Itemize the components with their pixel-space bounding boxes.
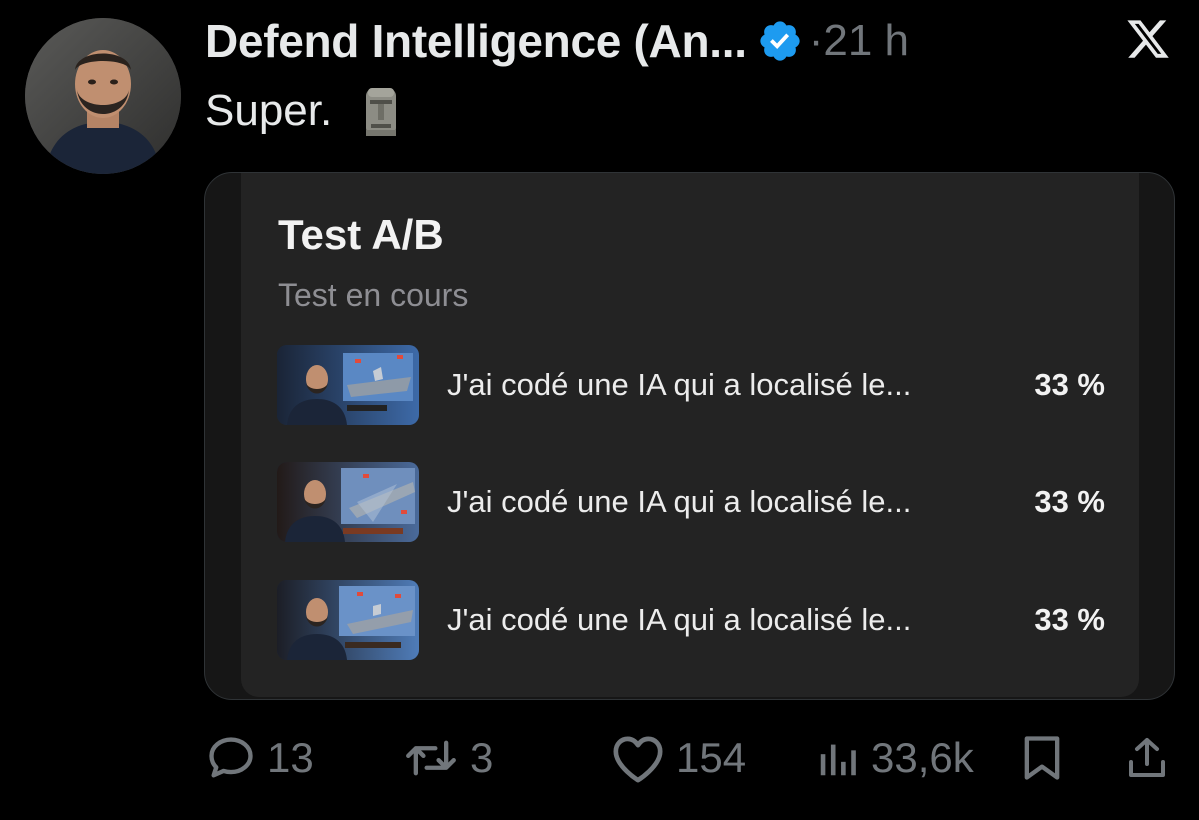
share-button[interactable]: [1123, 728, 1171, 788]
card-subtitle: Test en cours: [278, 277, 469, 313]
video-thumbnail: [277, 462, 419, 542]
card-title: Test A/B: [278, 211, 444, 258]
bookmark-button[interactable]: [1020, 728, 1064, 788]
variant-title: J'ai codé une IA qui a localisé le...: [447, 602, 912, 637]
variant-percent: 33 %: [1034, 602, 1105, 637]
heart-icon: [613, 736, 663, 783]
repost-icon: [406, 740, 456, 776]
variant-percent: 33 %: [1034, 484, 1105, 519]
video-thumbnail: [277, 580, 419, 660]
reply-button[interactable]: 13: [205, 728, 314, 788]
views-count: 33,6k: [871, 734, 974, 781]
bookmark-icon: [1024, 736, 1060, 780]
share-icon: [1129, 738, 1165, 777]
like-count: 154: [676, 734, 747, 781]
tweet-text: Super.: [205, 84, 404, 138]
action-bar: 13 3 154 33,6k: [205, 728, 1175, 788]
verified-badge-icon[interactable]: [757, 18, 803, 64]
variant-row: J'ai codé une IA qui a localisé le... 33…: [277, 345, 1107, 425]
video-thumbnail: [277, 345, 419, 425]
reply-count: 13: [267, 734, 314, 781]
variant-title: J'ai codé une IA qui a localisé le...: [447, 484, 912, 519]
views-button[interactable]: 33,6k: [815, 728, 974, 788]
repost-button[interactable]: 3: [402, 728, 493, 788]
variant-row: J'ai codé une IA qui a localisé le... 33…: [277, 580, 1107, 660]
like-button[interactable]: 154: [610, 728, 746, 788]
variant-row: J'ai codé une IA qui a localisé le... 33…: [277, 462, 1107, 542]
time-label: 21 h: [823, 16, 910, 65]
variant-title: J'ai codé une IA qui a localisé le...: [447, 367, 912, 402]
variant-percent: 33 %: [1034, 367, 1105, 402]
moai-icon: [358, 84, 404, 138]
ab-test-card: Test A/B Test en cours J'ai codé une IA …: [241, 173, 1139, 697]
author-name[interactable]: Defend Intelligence (An...: [205, 14, 747, 68]
tweet-header: Defend Intelligence (An... ·21 h: [205, 14, 909, 68]
avatar[interactable]: [25, 18, 181, 174]
timestamp[interactable]: ·21 h: [809, 16, 909, 66]
repost-count: 3: [470, 734, 494, 781]
x-logo-icon[interactable]: [1125, 16, 1171, 62]
meta-separator: ·: [808, 16, 824, 65]
profile-photo: [25, 18, 181, 174]
tweet-text-content: Super.: [205, 86, 333, 135]
media-attachment[interactable]: Test A/B Test en cours J'ai codé une IA …: [204, 172, 1175, 700]
views-chart-icon: [820, 744, 856, 776]
reply-icon: [209, 737, 253, 778]
